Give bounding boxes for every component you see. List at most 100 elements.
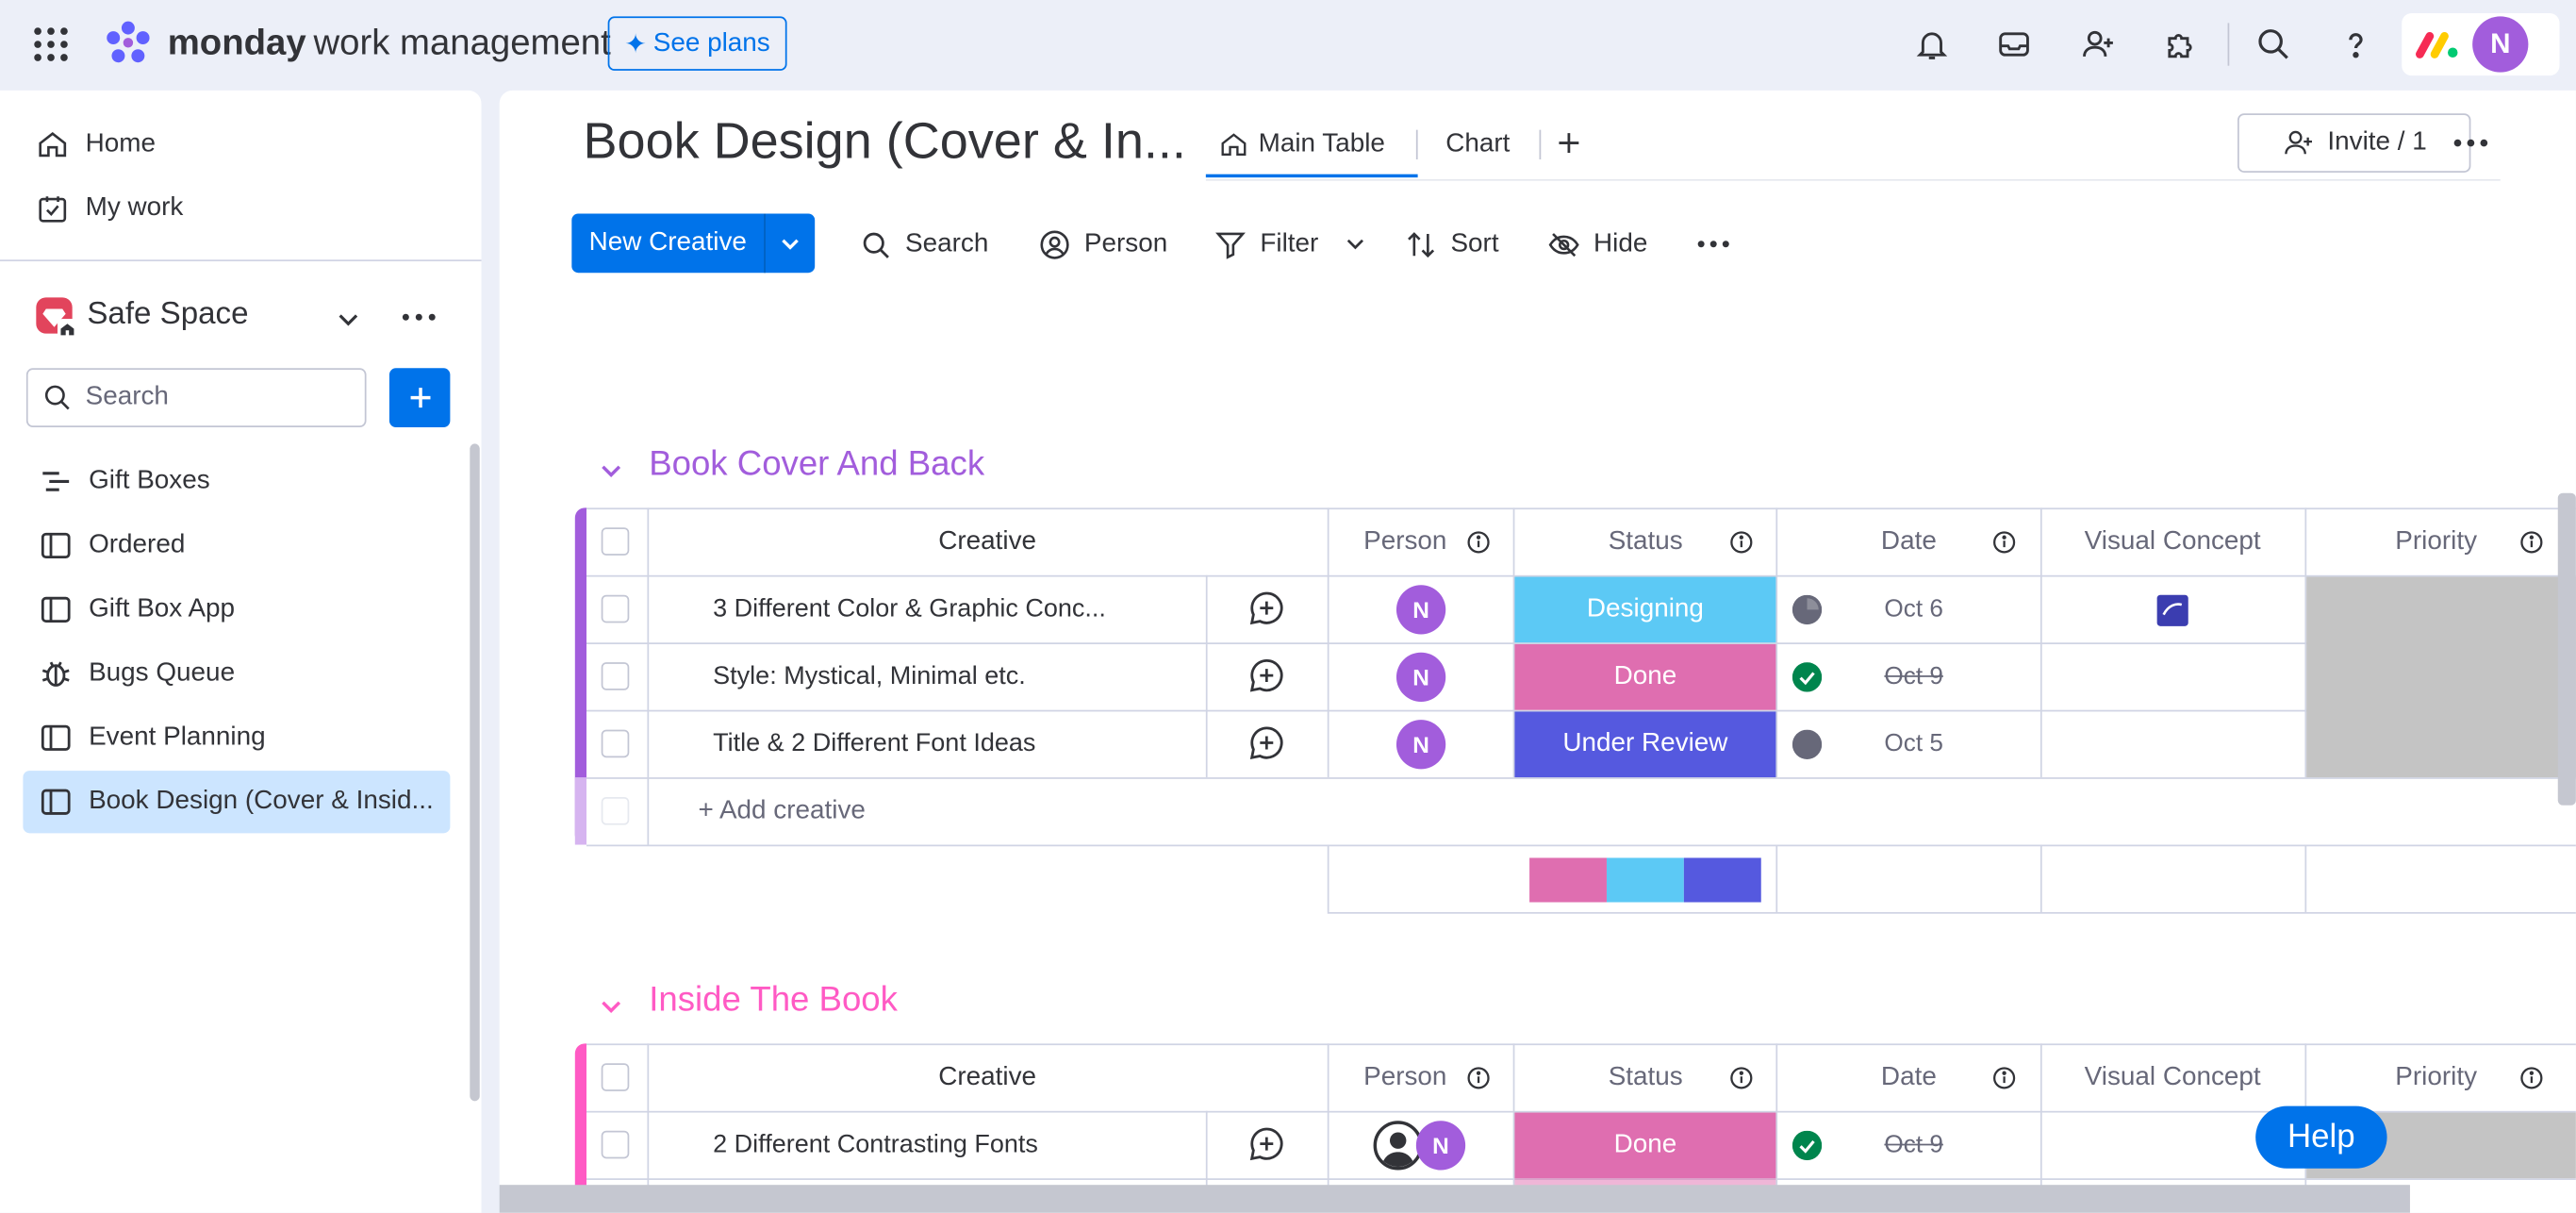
sidebar-item-event-planning[interactable]: Event Planning: [23, 706, 450, 769]
more-options-icon[interactable]: [2452, 138, 2488, 147]
column-header-label: Status: [1608, 1062, 1683, 1091]
user-avatar[interactable]: N: [2472, 16, 2529, 73]
apps-grid-icon[interactable]: [33, 26, 69, 62]
row-checkbox[interactable]: [601, 662, 630, 690]
add-view-icon[interactable]: [1558, 131, 1580, 154]
sort-icon: [1405, 228, 1438, 261]
person-avatar[interactable]: N: [1395, 720, 1446, 770]
status-summary-bar[interactable]: [1529, 857, 1761, 903]
person-avatar[interactable]: N: [1395, 585, 1446, 635]
add-item-input[interactable]: + Add creative: [698, 777, 865, 844]
item-name[interactable]: 3 Different Color & Graphic Conc...: [713, 575, 1206, 642]
see-plans-button[interactable]: ✦ See plans: [607, 16, 787, 71]
status-badge[interactable]: Done: [1514, 1112, 1776, 1179]
add-update-icon[interactable]: [1248, 590, 1284, 625]
sidebar-item-ordered[interactable]: Ordered: [23, 514, 450, 576]
info-icon[interactable]: [1730, 531, 1753, 554]
tab-main-table[interactable]: Main Table: [1219, 125, 1385, 164]
filter-tool[interactable]: Filter: [1214, 225, 1318, 265]
date-cell[interactable]: Oct 5: [1884, 710, 1942, 777]
date-cell[interactable]: Oct 9: [1884, 642, 1942, 709]
progress-clock-icon: [1792, 729, 1823, 759]
row-checkbox[interactable]: [601, 729, 630, 758]
sidebar-item-bugs-queue[interactable]: Bugs Queue: [23, 642, 450, 705]
hide-tool[interactable]: Hide: [1547, 225, 1647, 265]
row-checkbox[interactable]: [601, 1130, 630, 1159]
info-icon[interactable]: [1730, 1067, 1753, 1089]
select-all-checkbox[interactable]: [601, 527, 630, 556]
inbox-icon[interactable]: [1992, 23, 2035, 65]
group-table-book-cover: Creative Person Status Date Visual Conce…: [574, 507, 2576, 919]
column-header-creative[interactable]: Creative: [647, 1043, 1327, 1110]
column-header-visual-concept[interactable]: Visual Concept: [2040, 507, 2305, 574]
add-update-icon[interactable]: [1248, 657, 1284, 693]
row-checkbox[interactable]: [601, 594, 630, 623]
horizontal-scrollbar[interactable]: [499, 1185, 2410, 1213]
page-title[interactable]: Book Design (Cover & In...: [584, 111, 1186, 171]
select-all-checkbox[interactable]: [601, 1063, 630, 1091]
eye-slash-icon: [1547, 228, 1580, 261]
group-title[interactable]: Book Cover And Back: [649, 445, 984, 485]
tabs-rule: [1205, 178, 2501, 181]
row-border: [1327, 911, 2576, 914]
monday-logo-icon[interactable]: [102, 18, 155, 71]
sidebar-item-gift-box-app[interactable]: Gift Box App: [23, 578, 450, 640]
add-update-icon[interactable]: [1248, 1125, 1284, 1161]
info-icon[interactable]: [2520, 531, 2543, 554]
help-icon[interactable]: [2335, 23, 2377, 65]
new-item-button[interactable]: New Creative: [571, 213, 816, 274]
chevron-down-icon[interactable]: [1344, 232, 1366, 255]
column-header-label: Person: [1363, 1062, 1447, 1091]
sidebar-item-book-design[interactable]: Book Design (Cover & Insid...: [23, 771, 451, 834]
info-icon[interactable]: [1467, 531, 1490, 554]
person-filter-tool[interactable]: Person: [1038, 225, 1167, 265]
more-options-icon[interactable]: [1697, 240, 1730, 248]
column-header-creative[interactable]: Creative: [647, 507, 1327, 574]
bell-icon[interactable]: [1910, 23, 1953, 65]
more-options-icon[interactable]: [401, 312, 437, 322]
sidebar-item-gift-boxes[interactable]: Gift Boxes: [23, 450, 450, 512]
chevron-down-icon[interactable]: [335, 306, 361, 332]
chevron-down-icon[interactable]: [766, 232, 815, 255]
invite-member-icon[interactable]: [2076, 23, 2119, 65]
add-update-icon[interactable]: [1248, 724, 1284, 760]
status-badge[interactable]: Done: [1514, 643, 1776, 710]
search-icon[interactable]: [2253, 23, 2295, 65]
info-icon[interactable]: [1992, 531, 2016, 554]
sidebar-home[interactable]: Home: [36, 125, 156, 164]
info-icon[interactable]: [1992, 1067, 2016, 1089]
sort-tool[interactable]: Sort: [1405, 225, 1499, 265]
date-cell[interactable]: Oct 9: [1884, 1111, 1942, 1178]
priority-cells[interactable]: [2306, 576, 2576, 778]
board-icon: [40, 593, 73, 626]
collapse-group-icon[interactable]: [598, 457, 624, 483]
help-button[interactable]: Help: [2255, 1105, 2387, 1169]
status-badge[interactable]: Designing: [1514, 576, 1776, 643]
search-icon: [42, 383, 72, 412]
column-header-visual-concept[interactable]: Visual Concept: [2040, 1043, 2305, 1110]
item-name[interactable]: Title & 2 Different Font Ideas: [713, 710, 1206, 777]
apps-puzzle-icon[interactable]: [2158, 23, 2201, 65]
invite-button[interactable]: Invite / 1: [2237, 113, 2471, 173]
sidebar-scrollbar[interactable]: [470, 443, 480, 1102]
collapse-group-icon[interactable]: [598, 992, 624, 1019]
status-badge[interactable]: Under Review: [1514, 711, 1776, 778]
info-icon[interactable]: [2520, 1067, 2543, 1089]
info-icon[interactable]: [1467, 1067, 1490, 1089]
group-title[interactable]: Inside The Book: [649, 981, 898, 1021]
workspace-name[interactable]: Safe Space: [87, 297, 248, 333]
search-tool[interactable]: Search: [861, 225, 988, 265]
item-name[interactable]: 2 Different Contrasting Fonts: [713, 1111, 1206, 1178]
board-scrollbar[interactable]: [2557, 492, 2576, 806]
person-avatar[interactable]: N: [1415, 1121, 1466, 1171]
add-board-button[interactable]: [388, 368, 451, 427]
visual-concept-thumbnail[interactable]: [2156, 594, 2188, 626]
person-avatar[interactable]: N: [1395, 652, 1446, 702]
item-name[interactable]: Style: Mystical, Minimal etc.: [713, 642, 1206, 709]
tab-chart[interactable]: Chart: [1445, 125, 1510, 164]
date-cell[interactable]: Oct 6: [1884, 575, 1942, 642]
new-item-label: New Creative: [588, 228, 747, 257]
sidebar-search-input[interactable]: Search: [25, 368, 367, 427]
sidebar-my-work[interactable]: My work: [36, 189, 183, 228]
summary-segment-done: [1529, 857, 1607, 903]
